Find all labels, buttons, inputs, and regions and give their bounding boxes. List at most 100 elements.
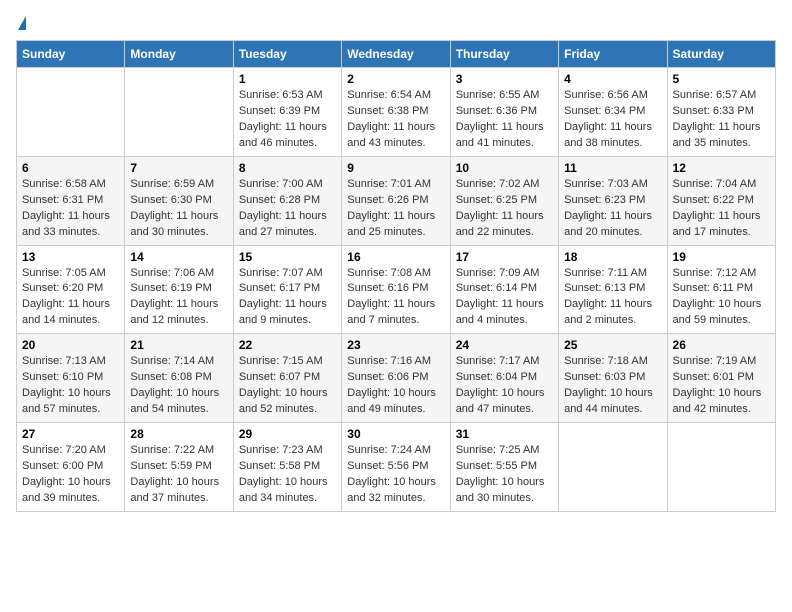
- calendar-cell: [125, 68, 233, 157]
- calendar-week-row: 27Sunrise: 7:20 AMSunset: 6:00 PMDayligh…: [17, 423, 776, 512]
- calendar-cell: 6 Sunrise: 6:58 AMSunset: 6:31 PMDaylight…: [17, 156, 125, 245]
- day-detail: Sunrise: 7:13 AMSunset: 6:10 PMDaylight:…: [22, 354, 119, 418]
- calendar-cell: 14 Sunrise: 7:06 AMSunset: 6:19 PMDayligh…: [125, 245, 233, 334]
- calendar-cell: 12Sunrise: 7:04 AMSunset: 6:22 PMDayligh…: [667, 156, 775, 245]
- day-number: 17: [456, 250, 553, 264]
- calendar-cell: 28 Sunrise: 7:22 AMSunset: 5:59 PMDayligh…: [125, 423, 233, 512]
- day-detail: Sunrise: 7:24 AMSunset: 5:56 PMDaylight:…: [347, 443, 444, 507]
- day-detail: Sunrise: 6:57 AMSunset: 6:33 PMDaylight:…: [673, 88, 770, 152]
- day-detail: Sunrise: 7:03 AMSunset: 6:23 PMDaylight:…: [564, 177, 661, 241]
- day-detail: Sunrise: 7:22 AMSunset: 5:59 PMDaylight:…: [130, 443, 227, 507]
- weekday-header-sunday: Sunday: [17, 41, 125, 68]
- day-number: 26: [673, 338, 770, 352]
- calendar-cell: 20 Sunrise: 7:13 AMSunset: 6:10 PMDayligh…: [17, 334, 125, 423]
- calendar-cell: 21 Sunrise: 7:14 AMSunset: 6:08 PMDayligh…: [125, 334, 233, 423]
- day-detail: Sunrise: 7:06 AMSunset: 6:19 PMDaylight:…: [130, 266, 227, 330]
- weekday-header-thursday: Thursday: [450, 41, 558, 68]
- weekday-header-wednesday: Wednesday: [342, 41, 450, 68]
- day-number: 4: [564, 72, 661, 86]
- day-number: 29: [239, 427, 336, 441]
- day-number: 11: [564, 161, 661, 175]
- calendar-cell: 29Sunrise: 7:23 AMSunset: 5:58 PMDayligh…: [233, 423, 341, 512]
- day-number: 2: [347, 72, 444, 86]
- calendar-cell: 30 Sunrise: 7:24 AMSunset: 5:56 PMDayligh…: [342, 423, 450, 512]
- day-number: 21: [130, 338, 227, 352]
- weekday-header-tuesday: Tuesday: [233, 41, 341, 68]
- day-detail: Sunrise: 7:00 AMSunset: 6:28 PMDaylight:…: [239, 177, 336, 241]
- day-detail: Sunrise: 7:02 AMSunset: 6:25 PMDaylight:…: [456, 177, 553, 241]
- weekday-header-monday: Monday: [125, 41, 233, 68]
- calendar-cell: 23 Sunrise: 7:16 AMSunset: 6:06 PMDayligh…: [342, 334, 450, 423]
- calendar-cell: [667, 423, 775, 512]
- day-number: 16: [347, 250, 444, 264]
- weekday-header-saturday: Saturday: [667, 41, 775, 68]
- day-detail: Sunrise: 7:19 AMSunset: 6:01 PMDaylight:…: [673, 354, 770, 418]
- day-detail: Sunrise: 7:11 AMSunset: 6:13 PMDaylight:…: [564, 266, 661, 330]
- day-number: 13: [22, 250, 119, 264]
- day-detail: Sunrise: 6:53 AMSunset: 6:39 PMDaylight:…: [239, 88, 336, 152]
- day-number: 6: [22, 161, 119, 175]
- day-number: 3: [456, 72, 553, 86]
- day-detail: Sunrise: 7:14 AMSunset: 6:08 PMDaylight:…: [130, 354, 227, 418]
- calendar-cell: 1 Sunrise: 6:53 AMSunset: 6:39 PMDaylight…: [233, 68, 341, 157]
- day-number: 9: [347, 161, 444, 175]
- calendar-cell: 22 Sunrise: 7:15 AMSunset: 6:07 PMDayligh…: [233, 334, 341, 423]
- calendar-cell: [559, 423, 667, 512]
- day-detail: Sunrise: 6:58 AMSunset: 6:31 PMDaylight:…: [22, 177, 119, 241]
- calendar-cell: 10 Sunrise: 7:02 AMSunset: 6:25 PMDayligh…: [450, 156, 558, 245]
- calendar-cell: 31Sunrise: 7:25 AMSunset: 5:55 PMDayligh…: [450, 423, 558, 512]
- day-number: 8: [239, 161, 336, 175]
- day-detail: Sunrise: 7:17 AMSunset: 6:04 PMDaylight:…: [456, 354, 553, 418]
- day-number: 20: [22, 338, 119, 352]
- calendar-cell: 13Sunrise: 7:05 AMSunset: 6:20 PMDayligh…: [17, 245, 125, 334]
- day-detail: Sunrise: 7:12 AMSunset: 6:11 PMDaylight:…: [673, 266, 770, 330]
- calendar-week-row: 13Sunrise: 7:05 AMSunset: 6:20 PMDayligh…: [17, 245, 776, 334]
- day-detail: Sunrise: 7:15 AMSunset: 6:07 PMDaylight:…: [239, 354, 336, 418]
- weekday-header-friday: Friday: [559, 41, 667, 68]
- day-number: 7: [130, 161, 227, 175]
- day-number: 18: [564, 250, 661, 264]
- calendar-cell: 25 Sunrise: 7:18 AMSunset: 6:03 PMDayligh…: [559, 334, 667, 423]
- calendar-cell: [17, 68, 125, 157]
- weekday-header-row: SundayMondayTuesdayWednesdayThursdayFrid…: [17, 41, 776, 68]
- calendar-table: SundayMondayTuesdayWednesdayThursdayFrid…: [16, 40, 776, 512]
- calendar-cell: 27Sunrise: 7:20 AMSunset: 6:00 PMDayligh…: [17, 423, 125, 512]
- day-detail: Sunrise: 7:09 AMSunset: 6:14 PMDaylight:…: [456, 266, 553, 330]
- day-number: 30: [347, 427, 444, 441]
- calendar-cell: 11 Sunrise: 7:03 AMSunset: 6:23 PMDayligh…: [559, 156, 667, 245]
- day-number: 5: [673, 72, 770, 86]
- day-number: 1: [239, 72, 336, 86]
- day-detail: Sunrise: 7:01 AMSunset: 6:26 PMDaylight:…: [347, 177, 444, 241]
- day-number: 22: [239, 338, 336, 352]
- calendar-week-row: 1 Sunrise: 6:53 AMSunset: 6:39 PMDaylight…: [17, 68, 776, 157]
- calendar-cell: 17 Sunrise: 7:09 AMSunset: 6:14 PMDayligh…: [450, 245, 558, 334]
- day-number: 24: [456, 338, 553, 352]
- day-detail: Sunrise: 6:55 AMSunset: 6:36 PMDaylight:…: [456, 88, 553, 152]
- day-detail: Sunrise: 7:07 AMSunset: 6:17 PMDaylight:…: [239, 266, 336, 330]
- day-number: 10: [456, 161, 553, 175]
- calendar-cell: 15 Sunrise: 7:07 AMSunset: 6:17 PMDayligh…: [233, 245, 341, 334]
- day-detail: Sunrise: 6:56 AMSunset: 6:34 PMDaylight:…: [564, 88, 661, 152]
- calendar-cell: 8 Sunrise: 7:00 AMSunset: 6:28 PMDaylight…: [233, 156, 341, 245]
- day-detail: Sunrise: 7:18 AMSunset: 6:03 PMDaylight:…: [564, 354, 661, 418]
- page-header: [16, 16, 776, 30]
- day-number: 23: [347, 338, 444, 352]
- calendar-cell: 3 Sunrise: 6:55 AMSunset: 6:36 PMDaylight…: [450, 68, 558, 157]
- calendar-cell: 24 Sunrise: 7:17 AMSunset: 6:04 PMDayligh…: [450, 334, 558, 423]
- calendar-week-row: 6 Sunrise: 6:58 AMSunset: 6:31 PMDaylight…: [17, 156, 776, 245]
- day-detail: Sunrise: 6:59 AMSunset: 6:30 PMDaylight:…: [130, 177, 227, 241]
- day-detail: Sunrise: 7:16 AMSunset: 6:06 PMDaylight:…: [347, 354, 444, 418]
- day-number: 15: [239, 250, 336, 264]
- logo-icon: [18, 16, 26, 30]
- day-number: 25: [564, 338, 661, 352]
- day-number: 14: [130, 250, 227, 264]
- calendar-cell: 16 Sunrise: 7:08 AMSunset: 6:16 PMDayligh…: [342, 245, 450, 334]
- day-detail: Sunrise: 7:08 AMSunset: 6:16 PMDaylight:…: [347, 266, 444, 330]
- day-detail: Sunrise: 7:20 AMSunset: 6:00 PMDaylight:…: [22, 443, 119, 507]
- day-number: 28: [130, 427, 227, 441]
- day-detail: Sunrise: 6:54 AMSunset: 6:38 PMDaylight:…: [347, 88, 444, 152]
- calendar-cell: 26 Sunrise: 7:19 AMSunset: 6:01 PMDayligh…: [667, 334, 775, 423]
- logo: [16, 16, 26, 30]
- calendar-cell: 7 Sunrise: 6:59 AMSunset: 6:30 PMDaylight…: [125, 156, 233, 245]
- calendar-cell: 5 Sunrise: 6:57 AMSunset: 6:33 PMDaylight…: [667, 68, 775, 157]
